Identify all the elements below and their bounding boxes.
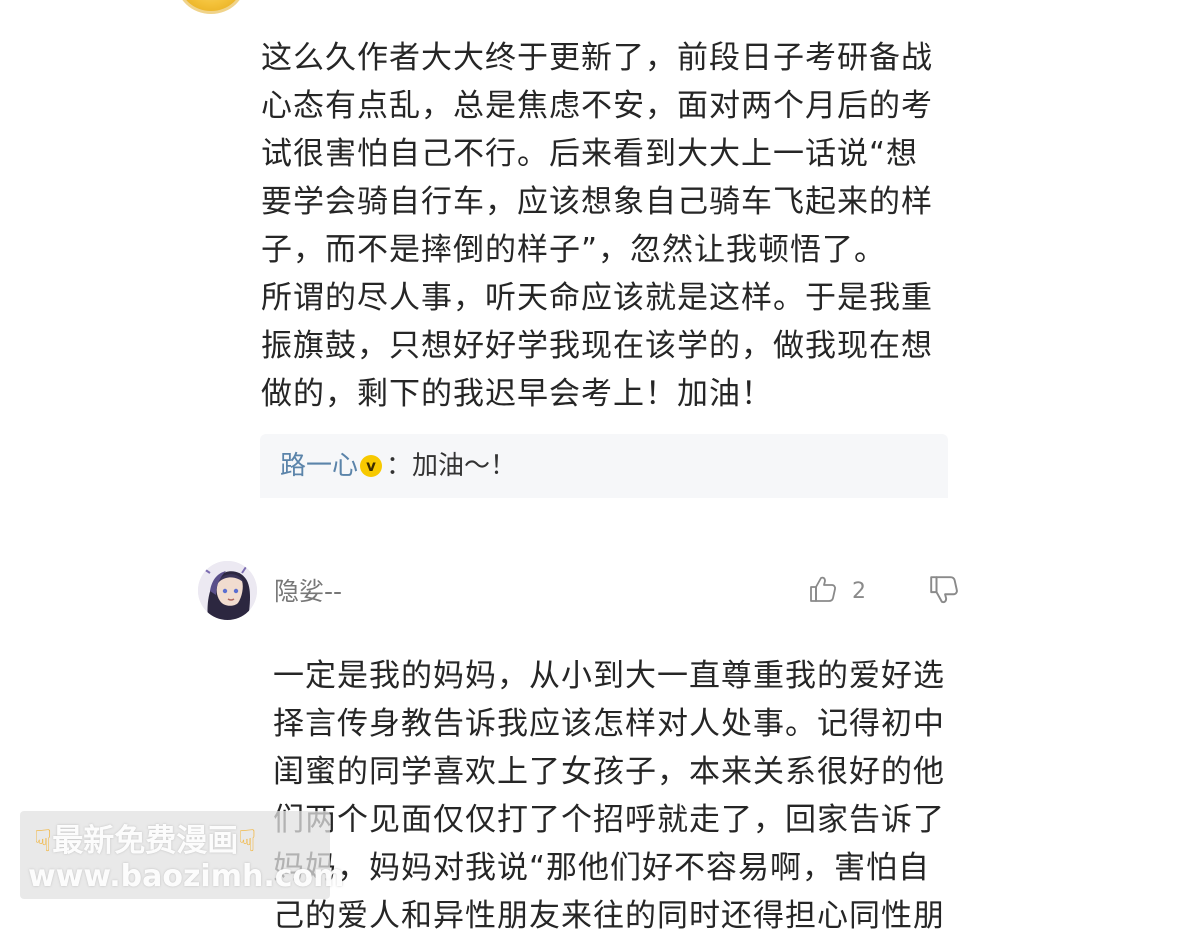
comment-line: 择言传身教告诉我应该怎样对人处事。记得初中 (273, 706, 945, 742)
dislike-button[interactable] (928, 574, 962, 608)
comment-line: 振旗鼓，只想好好学我现在该学的，做我现在想 (261, 328, 933, 364)
reply-item[interactable]: 路一心 v ：加油～！ (280, 448, 516, 484)
avatar-previous-commenter[interactable] (176, 0, 246, 14)
comment-line: 心态有点乱，总是焦虑不安，面对两个月后的考 (261, 88, 933, 124)
comment-line: 己的爱人和异性朋友来往的同时还得担心同性朋 (273, 898, 945, 934)
pointing-down-hand-icon: ☟ (238, 824, 257, 859)
comment-line: 要学会骑自行车，应该想象自己骑车飞起来的样 (261, 184, 933, 220)
comment-text: 这么久作者大大终于更新了，前段日子考研备战 心态有点乱，总是焦虑不安，面对两个月… (261, 34, 961, 418)
comment-line: 们两个见面仅仅打了个招呼就走了，回家告诉了 (273, 802, 945, 838)
watermark-overlay: ☟最新免费漫画☟ www.baozimh.com (20, 811, 344, 899)
comment-line: 闺蜜的同学喜欢上了女孩子，本来关系很好的他 (273, 754, 945, 790)
comment-line: 子，而不是摔倒的样子”，忽然让我顿悟了。 (261, 232, 887, 268)
watermark-text: 最新免费漫画 (52, 823, 239, 859)
pointing-down-hand-icon: ☟ (34, 824, 53, 859)
avatar[interactable] (198, 561, 257, 620)
verified-badge-icon: v (360, 455, 383, 477)
thumbs-up-icon (808, 574, 838, 608)
like-button[interactable]: 2 (808, 572, 866, 610)
comment-line: 试很害怕自己不行。后来看到大大上一话说“想 (261, 136, 919, 172)
reply-author-link[interactable]: 路一心 (280, 451, 358, 481)
like-count: 2 (852, 578, 866, 604)
comment-line: 妈妈，妈妈对我说“那他们好不容易啊，害怕自 (273, 850, 931, 886)
thumbs-down-icon (928, 576, 960, 610)
watermark-title: ☟最新免费漫画☟ (34, 821, 257, 862)
reply-text: ：加油～！ (386, 451, 517, 481)
comment-line: 一定是我的妈妈，从小到大一直尊重我的爱好选 (273, 658, 945, 694)
reply-box[interactable]: 路一心 v ：加油～！ (260, 434, 948, 498)
watermark-url: www.baozimh.com (28, 859, 345, 894)
comment-text: 一定是我的妈妈，从小到大一直尊重我的爱好选 择言传身教告诉我应该怎样对人处事。记… (273, 652, 973, 940)
comment-line: 所谓的尽人事，听天命应该就是这样。于是我重 (261, 280, 933, 316)
comment-line: 做的，剩下的我迟早会考上！加油！ (261, 376, 773, 412)
comment-username[interactable]: 隐娑-- (274, 574, 342, 610)
comment-line: 这么久作者大大终于更新了，前段日子考研备战 (261, 40, 933, 76)
